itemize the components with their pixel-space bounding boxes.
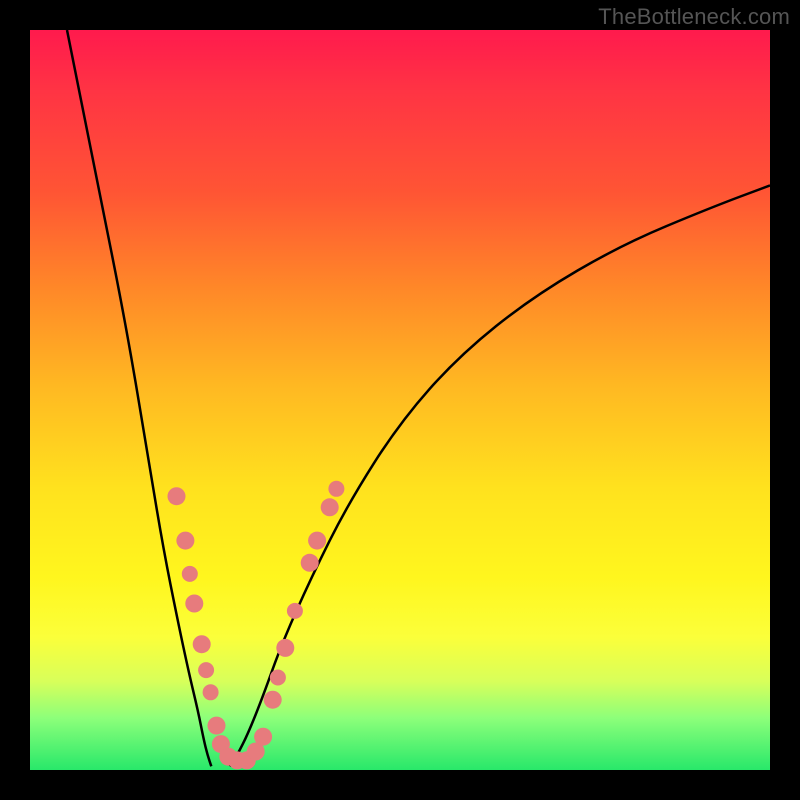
- data-marker: [176, 532, 194, 550]
- data-marker: [301, 554, 319, 572]
- data-marker: [193, 635, 211, 653]
- data-marker: [308, 532, 326, 550]
- data-marker: [198, 662, 214, 678]
- watermark-text: TheBottleneck.com: [598, 4, 790, 30]
- curve-left: [67, 30, 211, 766]
- data-marker: [270, 670, 286, 686]
- data-marker: [276, 639, 294, 657]
- data-marker: [287, 603, 303, 619]
- data-marker: [182, 566, 198, 582]
- data-marker: [168, 487, 186, 505]
- data-marker: [254, 728, 272, 746]
- plot-area: [30, 30, 770, 770]
- data-marker: [185, 595, 203, 613]
- curve-right: [230, 185, 770, 766]
- data-marker: [321, 498, 339, 516]
- chart-svg: [30, 30, 770, 770]
- data-marker: [208, 717, 226, 735]
- data-marker: [203, 684, 219, 700]
- data-marker: [328, 481, 344, 497]
- chart-frame: TheBottleneck.com: [0, 0, 800, 800]
- data-markers: [168, 481, 345, 770]
- data-marker: [264, 691, 282, 709]
